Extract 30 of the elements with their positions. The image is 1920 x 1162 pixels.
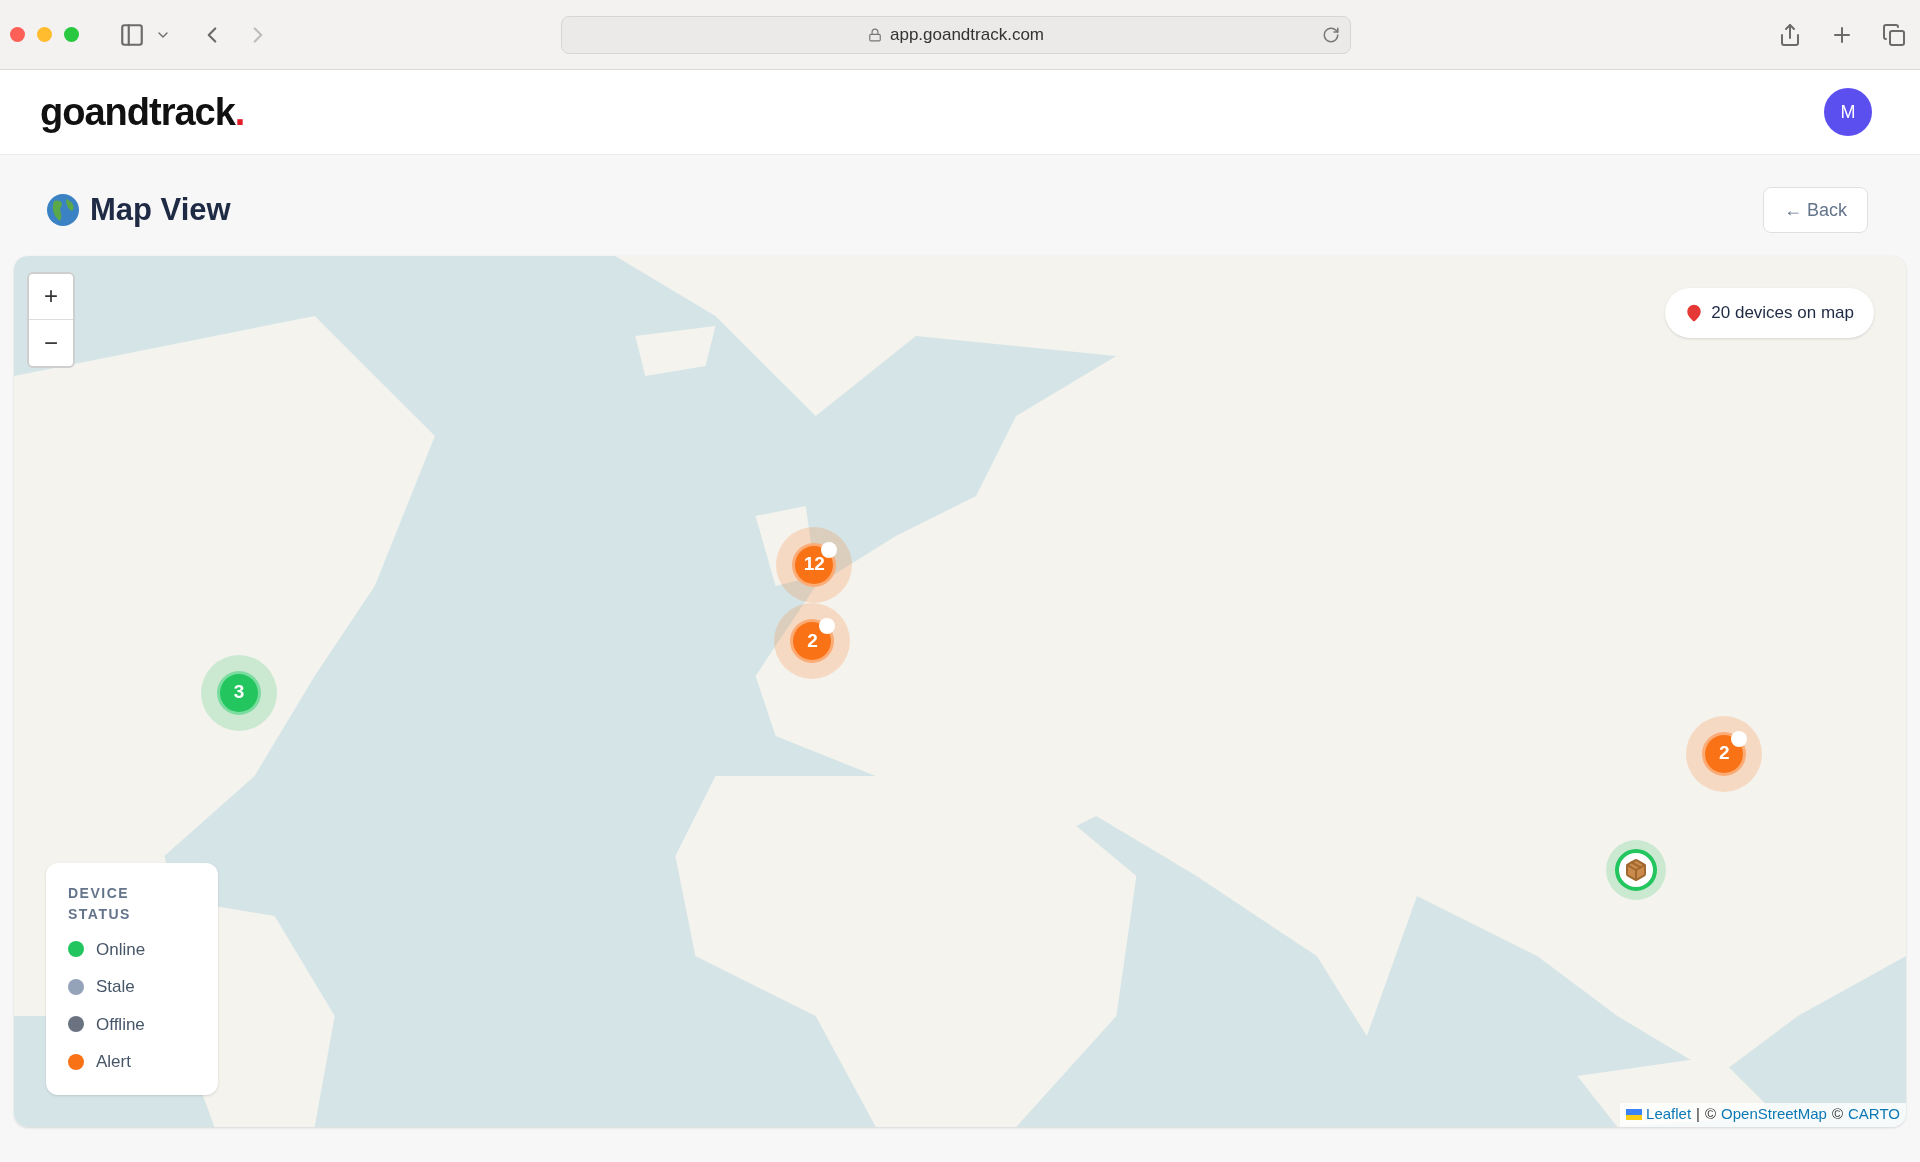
user-avatar[interactable]: M [1824, 88, 1872, 136]
pin-icon [1685, 303, 1704, 322]
attribution-link[interactable]: Leaflet [1646, 1103, 1692, 1126]
attribution-text: | [1696, 1104, 1700, 1125]
device-count: 20 devices on map [1711, 301, 1854, 324]
page-title: Map View [90, 191, 231, 229]
zoom-out-button[interactable]: − [29, 319, 73, 366]
attribution-text: © [1831, 1104, 1844, 1125]
url-text: app.goandtrack.com [889, 23, 1044, 46]
map-panel[interactable]: 12 2 3 2 + − 20 devices on map DEVICE STATUS Online Stale Offline Alert Leaflet | © OpenStreetMap © CARTO [14, 255, 1906, 1127]
status-label: Stale [96, 976, 135, 998]
sidebar-icon[interactable] [119, 21, 145, 48]
reload-icon[interactable] [1322, 25, 1340, 44]
tabs-overview-icon[interactable] [1882, 22, 1906, 47]
logo[interactable]: goandtrack. [40, 83, 245, 141]
close-window-icon[interactable] [10, 27, 25, 42]
back-button[interactable]: ← Back [1762, 187, 1868, 234]
address-bar[interactable]: app.goandtrack.com [561, 15, 1351, 54]
share-icon[interactable] [1778, 22, 1802, 47]
globe-icon [46, 193, 80, 228]
attribution-link[interactable]: OpenStreetMap [1721, 1103, 1827, 1126]
lock-icon [867, 27, 882, 42]
legend-title: DEVICE STATUS [68, 883, 132, 924]
package-icon [1624, 857, 1649, 882]
status-label: Offline [96, 1013, 145, 1036]
zoom-in-button[interactable]: + [29, 273, 73, 320]
attribution-link[interactable]: CARTO [1848, 1103, 1900, 1126]
attribution-text: © [1705, 1104, 1717, 1125]
status-label: Alert [96, 1051, 131, 1073]
status-label: Online [96, 938, 146, 961]
